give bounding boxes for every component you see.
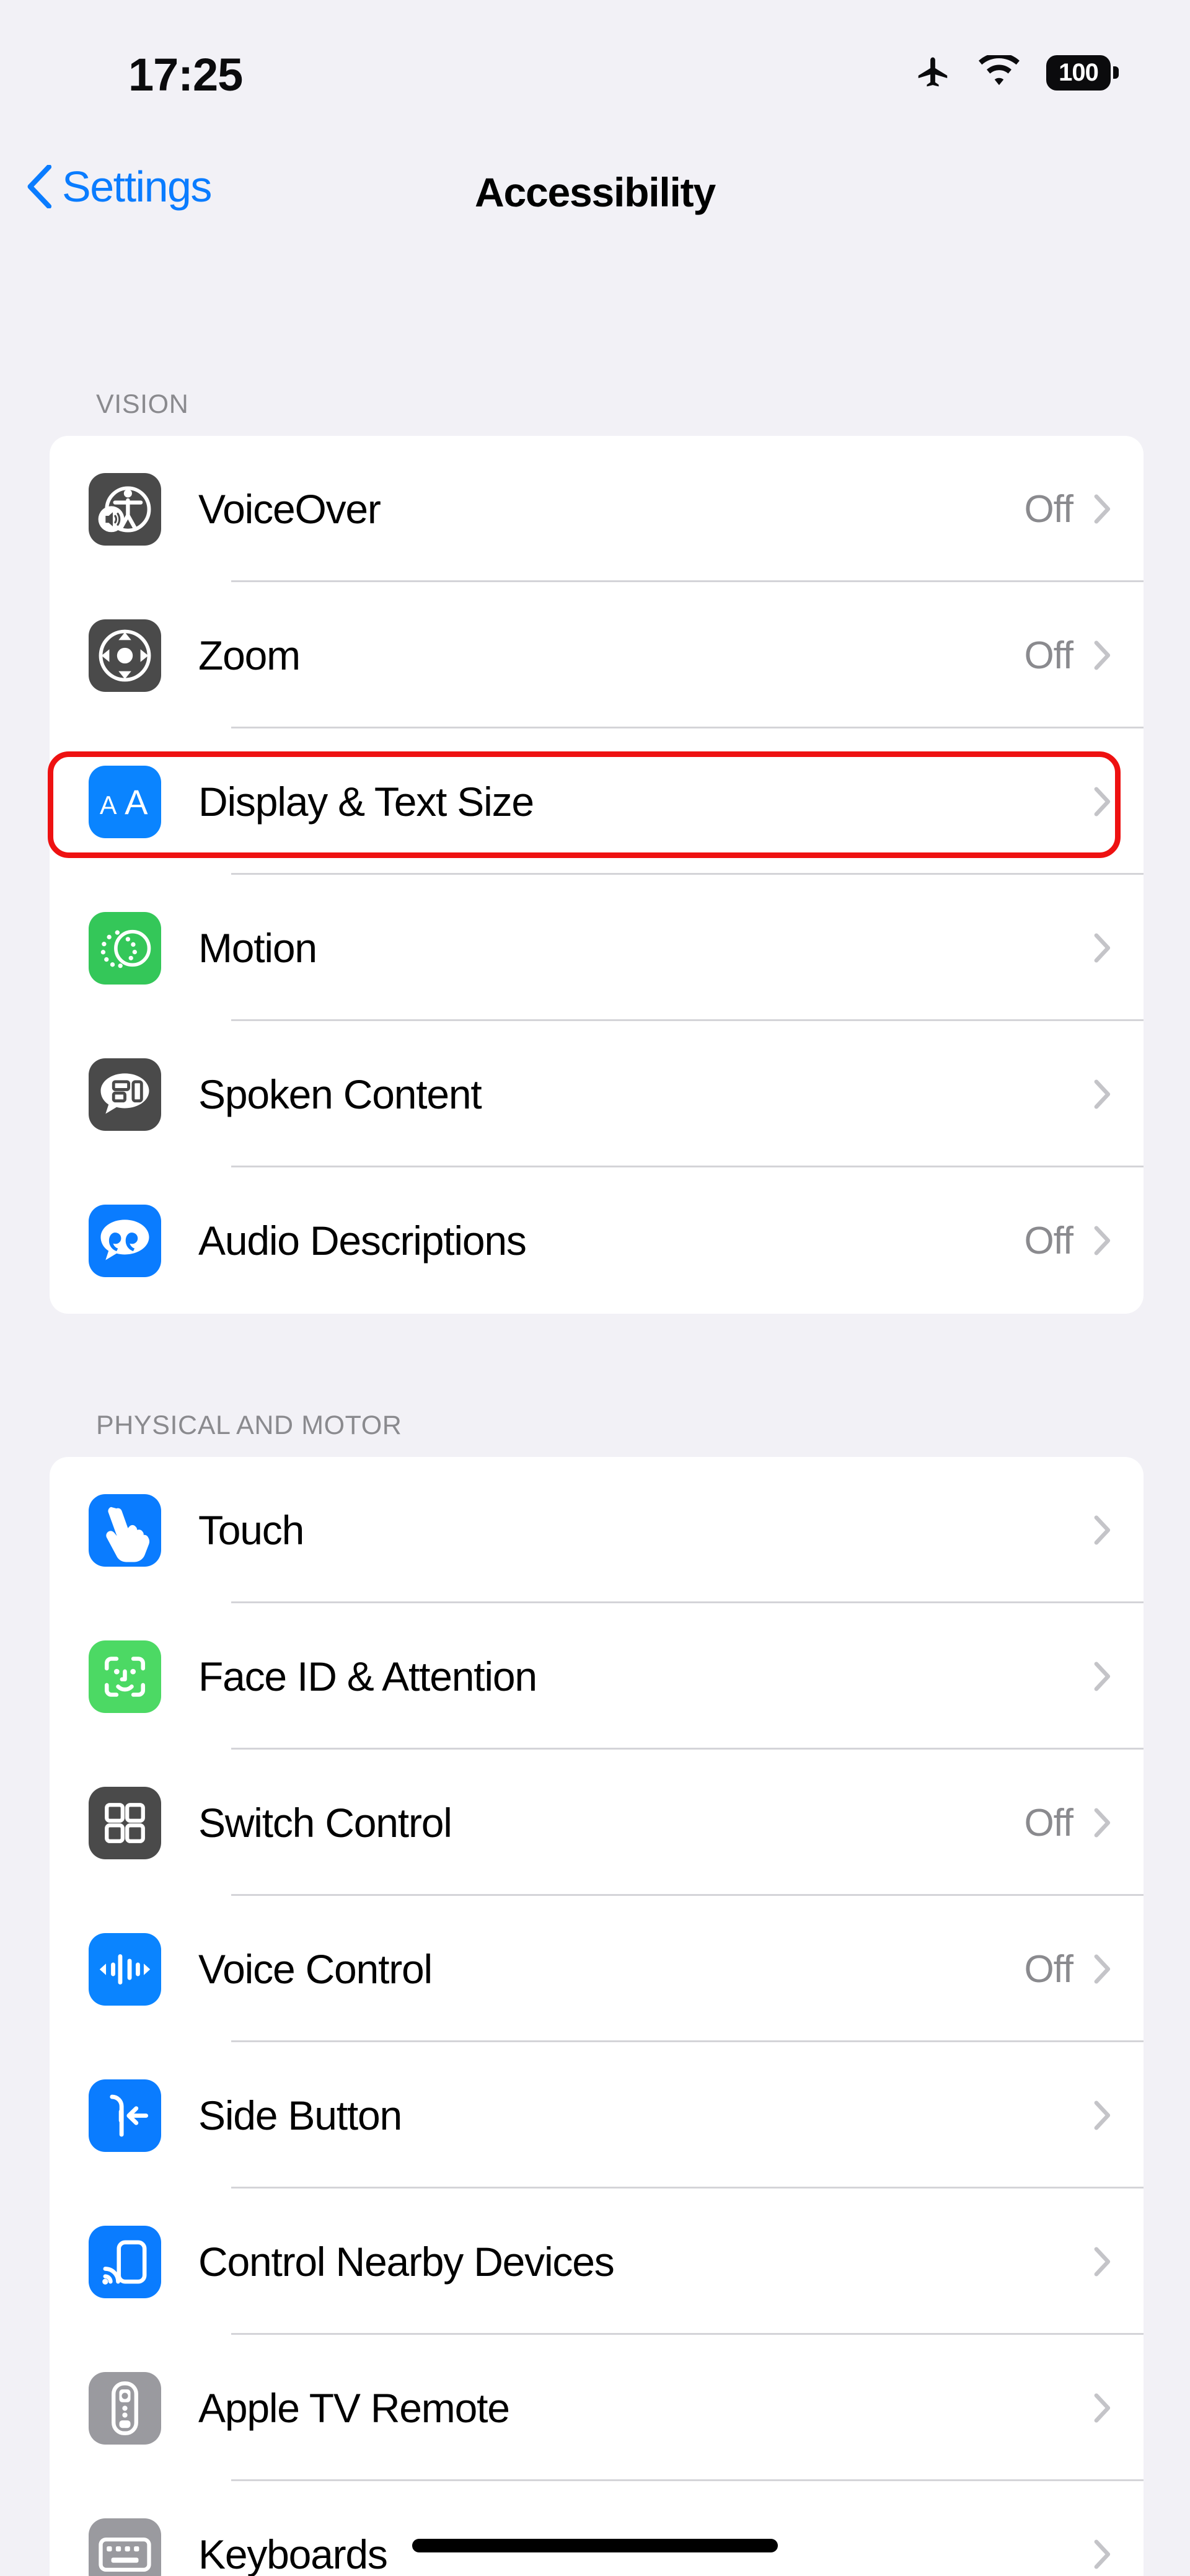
settings-row-label: Touch [198,1507,304,1553]
chevron-right-icon [1094,1079,1111,1109]
settings-row-label: Apple TV Remote [198,2385,510,2431]
motion-icon [89,911,161,985]
settings-row-label: Face ID & Attention [198,1653,537,1699]
section-header: PHYSICAL AND MOTOR [96,1410,402,1440]
settings-row-voiceover[interactable]: VoiceOver Off [50,436,1144,582]
chevron-right-icon [1094,1954,1111,1984]
control-nearby-devices-icon [89,2225,161,2298]
settings-row-value: Off [1024,634,1073,677]
audio-descriptions-icon [89,1204,161,1277]
settings-row-label: Voice Control [198,1946,433,1992]
chevron-right-icon [1094,1662,1111,1691]
settings-row-value: Off [1024,1219,1073,1262]
voiceover-icon [89,472,161,546]
settings-row-control-nearby-devices[interactable]: Control Nearby Devices [50,2189,1144,2335]
chevron-right-icon [1094,787,1111,817]
chevron-right-icon [1094,494,1111,524]
settings-row-label: Zoom [198,632,301,678]
chevron-right-icon [1094,2539,1111,2569]
status-bar: 17:25 100 [0,0,1190,133]
section-header: VISION [96,389,189,419]
spoken-content-icon [89,1058,161,1131]
settings-row-voice-control[interactable]: Voice Control Off [50,1896,1144,2042]
svg-text:A: A [100,790,117,820]
voice-control-icon [89,1932,161,2006]
settings-row-value: Off [1024,487,1073,531]
switch-control-icon [89,1786,161,1859]
status-bar-clock: 17:25 [128,49,243,100]
touch-icon [89,1494,161,1567]
settings-group: Touch Face ID & Attention Switch Control… [50,1457,1144,2576]
chevron-right-icon [1094,933,1111,963]
settings-row-label: Keyboards [198,2531,388,2576]
keyboards-icon [89,2518,161,2576]
battery-full-icon: 100 [1046,55,1119,91]
svg-text:A: A [125,782,148,821]
settings-row-value: Off [1024,1801,1073,1844]
navigation-bar: Settings Accessibility [0,155,1190,267]
settings-row-apple-tv-remote[interactable]: Apple TV Remote [50,2335,1144,2481]
settings-row-label: VoiceOver [198,486,381,532]
settings-row-label: Audio Descriptions [198,1218,527,1264]
settings-row-keyboards[interactable]: Keyboards [50,2481,1144,2576]
settings-row-zoom[interactable]: Zoom Off [50,582,1144,728]
settings-row-spoken-content[interactable]: Spoken Content [50,1021,1144,1167]
settings-row-label: Control Nearby Devices [198,2239,615,2285]
battery-percent-label: 100 [1059,59,1099,86]
settings-row-motion[interactable]: Motion [50,875,1144,1021]
airplane-mode-icon [918,57,948,87]
home-indicator-bar [412,2539,778,2552]
side-button-icon [89,2079,161,2152]
chevron-right-icon [1094,1226,1111,1255]
display-text-size-icon: A A [89,765,161,838]
settings-row-display-text-size[interactable]: A A Display & Text Size [50,728,1144,875]
settings-row-label: Spoken Content [198,1071,482,1117]
chevron-right-icon [1094,2100,1111,2130]
settings-row-label: Side Button [198,2092,402,2138]
chevron-right-icon [1094,640,1111,670]
zoom-icon [89,619,161,692]
face-id-icon [89,1640,161,1713]
page-title: Accessibility [475,169,716,215]
settings-row-switch-control[interactable]: Switch Control Off [50,1750,1144,1896]
apple-tv-remote-icon [89,2371,161,2445]
settings-row-label: Display & Text Size [198,779,534,825]
settings-list: VISION VoiceOver Off Zoom Off A A Displa… [0,267,1190,2576]
settings-row-label: Motion [198,925,317,971]
settings-row-touch[interactable]: Touch [50,1457,1144,1603]
settings-row-label: Switch Control [198,1800,452,1846]
settings-row-face-id-attention[interactable]: Face ID & Attention [50,1603,1144,1750]
chevron-right-icon [1094,1515,1111,1545]
status-bar-icons: 100 [914,53,1119,92]
chevron-right-icon [1094,2393,1111,2423]
iphone-screen: 17:25 100 Settings Accessibility VISION … [0,0,1190,2576]
settings-group: VoiceOver Off Zoom Off A A Display & Text … [50,436,1144,1314]
wifi-icon [979,55,1020,86]
chevron-right-icon [1094,2247,1111,2277]
settings-row-side-button[interactable]: Side Button [50,2042,1144,2189]
settings-row-value: Off [1024,1947,1073,1991]
chevron-right-icon [1094,1808,1111,1838]
settings-row-audio-descriptions[interactable]: Audio Descriptions Off [50,1167,1144,1314]
